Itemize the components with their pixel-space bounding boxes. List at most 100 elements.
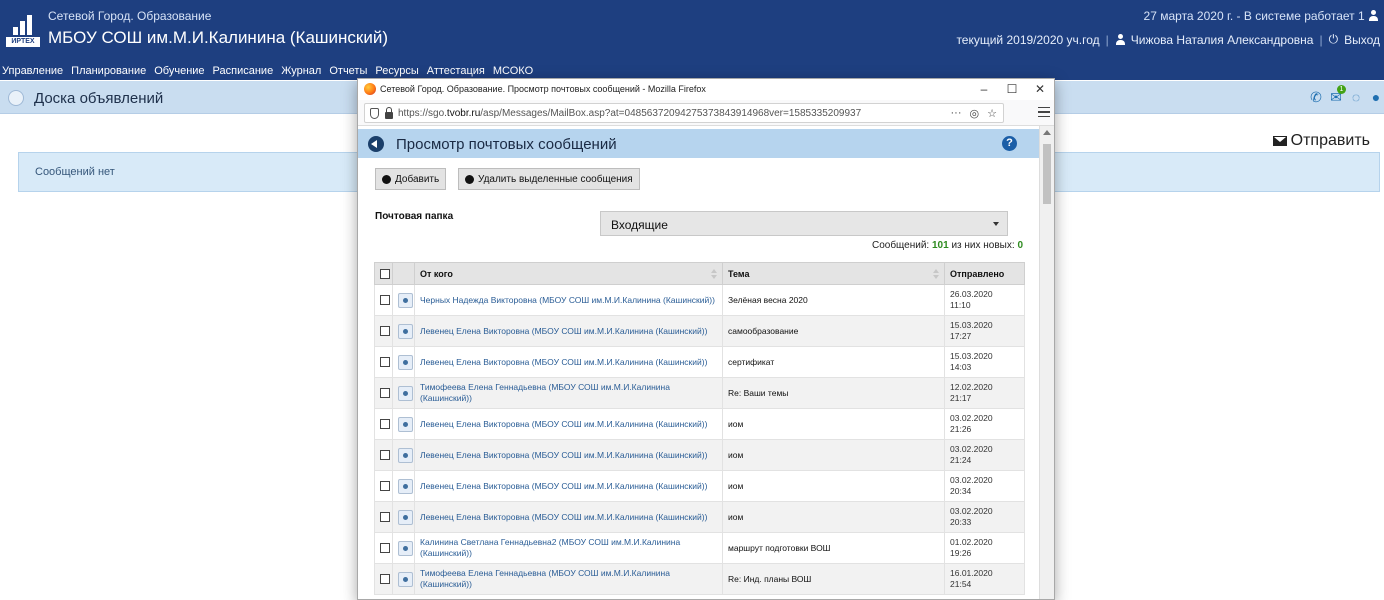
column-subject[interactable]: Тема bbox=[722, 262, 945, 285]
row-subject: иом bbox=[722, 408, 945, 440]
hamburger-menu-icon[interactable] bbox=[1038, 107, 1050, 117]
firefox-icon bbox=[364, 83, 376, 95]
row-date: 15.03.2020 14:03 bbox=[944, 346, 1025, 378]
row-from[interactable]: Левенец Елена Викторовна (МБОУ СОШ им.М.… bbox=[414, 346, 723, 378]
folder-select[interactable]: Входящие bbox=[600, 211, 1008, 236]
row-from[interactable]: Калинина Светлана Геннадьевна2 (МБОУ СОШ… bbox=[414, 532, 723, 564]
row-checkbox[interactable] bbox=[380, 357, 390, 368]
table-row[interactable]: Левенец Елена Викторовна (МБОУ СОШ им.М.… bbox=[374, 470, 1025, 502]
row-from[interactable]: Черных Надежда Викторовна (МБОУ СОШ им.М… bbox=[414, 284, 723, 316]
message-counts: Сообщений: 101 из них новых: 0 bbox=[872, 240, 1023, 251]
scroll-up-icon[interactable] bbox=[1043, 130, 1051, 135]
bookmark-star-icon[interactable]: ☆ bbox=[987, 107, 997, 120]
message-icon[interactable] bbox=[398, 571, 413, 587]
send-button[interactable]: Отправить bbox=[1272, 132, 1370, 150]
column-sent[interactable]: Отправлено bbox=[944, 262, 1025, 285]
table-row[interactable]: Тимофеева Елена Геннадьевна (МБОУ СОШ им… bbox=[374, 563, 1025, 595]
url-field[interactable]: https://sgo.tvobr.ru/asp/Messages/MailBo… bbox=[364, 103, 1004, 123]
table-row[interactable]: Левенец Елена Викторовна (МБОУ СОШ им.М.… bbox=[374, 346, 1025, 378]
row-from[interactable]: Левенец Елена Викторовна (МБОУ СОШ им.М.… bbox=[414, 501, 723, 533]
select-all-checkbox[interactable] bbox=[380, 268, 390, 279]
column-from[interactable]: От кого bbox=[414, 262, 723, 285]
message-icon[interactable] bbox=[398, 509, 413, 525]
message-icon[interactable] bbox=[398, 292, 413, 308]
irtex-logo[interactable]: ИРТЕХ bbox=[6, 11, 40, 47]
folder-value: Входящие bbox=[611, 218, 668, 232]
nav-journal[interactable]: Журнал bbox=[281, 65, 321, 77]
popup-scrollbar[interactable] bbox=[1039, 126, 1054, 599]
delete-button-label: Удалить выделенные сообщения bbox=[478, 173, 633, 185]
logout-link[interactable]: Выход bbox=[1344, 33, 1380, 47]
back-arrow-icon[interactable] bbox=[368, 136, 384, 152]
scroll-thumb[interactable] bbox=[1043, 144, 1051, 204]
table-row[interactable]: Левенец Елена Викторовна (МБОУ СОШ им.М.… bbox=[374, 439, 1025, 471]
nav-schedule[interactable]: Расписание bbox=[213, 65, 274, 77]
row-subject: Re: Ваши темы bbox=[722, 377, 945, 409]
nav-attestation[interactable]: Аттестация bbox=[427, 65, 485, 77]
nav-education[interactable]: Обучение bbox=[154, 65, 204, 77]
row-checkbox[interactable] bbox=[380, 543, 390, 554]
mail-icon[interactable]: ✉ 1 bbox=[1328, 85, 1346, 104]
row-date: 16.01.2020 21:54 bbox=[944, 563, 1025, 595]
row-icon-cell bbox=[392, 408, 415, 440]
help-circle-icon[interactable]: ● bbox=[1368, 90, 1384, 104]
more-actions-icon[interactable]: ··· bbox=[951, 107, 962, 120]
close-button[interactable]: ✕ bbox=[1030, 81, 1050, 97]
table-row[interactable]: Левенец Елена Викторовна (МБОУ СОШ им.М.… bbox=[374, 315, 1025, 347]
count-label: Сообщений: bbox=[871, 240, 930, 251]
nav-planning[interactable]: Планирование bbox=[71, 65, 146, 77]
nav-management[interactable]: Управление bbox=[2, 65, 63, 77]
help-icon[interactable]: ? bbox=[1002, 136, 1017, 151]
window-titlebar[interactable]: Сетевой Город. Образование. Просмотр поч… bbox=[358, 79, 1054, 100]
row-checkbox[interactable] bbox=[380, 388, 390, 399]
message-icon[interactable] bbox=[398, 540, 413, 556]
message-icon[interactable] bbox=[398, 323, 413, 339]
row-checkbox[interactable] bbox=[380, 326, 390, 337]
shield-icon[interactable] bbox=[370, 108, 379, 119]
delete-selected-button[interactable]: Удалить выделенные сообщения bbox=[458, 168, 640, 190]
row-checkbox[interactable] bbox=[380, 295, 390, 306]
nav-resources[interactable]: Ресурсы bbox=[375, 65, 418, 77]
row-icon-cell bbox=[392, 563, 415, 595]
row-from[interactable]: Левенец Елена Викторовна (МБОУ СОШ им.М.… bbox=[414, 315, 723, 347]
table-row[interactable]: Левенец Елена Викторовна (МБОУ СОШ им.М.… bbox=[374, 501, 1025, 533]
row-date: 03.02.2020 20:33 bbox=[944, 501, 1025, 533]
megaphone-icon[interactable]: ✆ bbox=[1308, 90, 1324, 104]
table-row[interactable]: Левенец Елена Викторовна (МБОУ СОШ им.М.… bbox=[374, 408, 1025, 440]
chat-icon[interactable]: ◌ bbox=[1348, 90, 1364, 104]
row-checkbox[interactable] bbox=[380, 512, 390, 523]
row-subject: Re: Инд. планы ВОШ bbox=[722, 563, 945, 595]
add-button-label: Добавить bbox=[395, 173, 440, 185]
row-date: 01.02.2020 19:26 bbox=[944, 532, 1025, 564]
row-from[interactable]: Тимофеева Елена Геннадьевна (МБОУ СОШ им… bbox=[414, 563, 723, 595]
maximize-button[interactable]: ☐ bbox=[1002, 81, 1022, 97]
minimize-button[interactable]: – bbox=[974, 81, 994, 97]
message-icon[interactable] bbox=[398, 478, 413, 494]
back-icon[interactable] bbox=[8, 90, 24, 106]
lock-icon[interactable] bbox=[385, 107, 393, 119]
chevron-down-icon bbox=[993, 222, 999, 226]
row-checkbox[interactable] bbox=[380, 574, 390, 585]
separator: | bbox=[1105, 32, 1109, 47]
nav-reports[interactable]: Отчеты bbox=[329, 65, 367, 77]
school-year[interactable]: текущий 2019/2020 уч.год bbox=[956, 33, 1099, 47]
message-icon[interactable] bbox=[398, 447, 413, 463]
nav-msoko[interactable]: МСОКО bbox=[493, 65, 533, 77]
row-icon-cell bbox=[392, 377, 415, 409]
row-checkbox[interactable] bbox=[380, 450, 390, 461]
table-row[interactable]: Калинина Светлана Геннадьевна2 (МБОУ СОШ… bbox=[374, 532, 1025, 564]
user-name[interactable]: Чижова Наталия Александровна bbox=[1131, 33, 1314, 47]
pocket-icon[interactable]: ◎ bbox=[970, 107, 980, 120]
message-icon[interactable] bbox=[398, 416, 413, 432]
message-icon[interactable] bbox=[398, 354, 413, 370]
message-icon[interactable] bbox=[398, 385, 413, 401]
table-row[interactable]: Черных Надежда Викторовна (МБОУ СОШ им.М… bbox=[374, 284, 1025, 316]
table-row[interactable]: Тимофеева Елена Геннадьевна (МБОУ СОШ им… bbox=[374, 377, 1025, 409]
row-from[interactable]: Левенец Елена Викторовна (МБОУ СОШ им.М.… bbox=[414, 408, 723, 440]
row-checkbox[interactable] bbox=[380, 481, 390, 492]
row-checkbox[interactable] bbox=[380, 419, 390, 430]
add-button[interactable]: Добавить bbox=[375, 168, 447, 190]
row-from[interactable]: Левенец Елена Викторовна (МБОУ СОШ им.М.… bbox=[414, 470, 723, 502]
row-from[interactable]: Тимофеева Елена Геннадьевна (МБОУ СОШ им… bbox=[414, 377, 723, 409]
row-from[interactable]: Левенец Елена Викторовна (МБОУ СОШ им.М.… bbox=[414, 439, 723, 471]
